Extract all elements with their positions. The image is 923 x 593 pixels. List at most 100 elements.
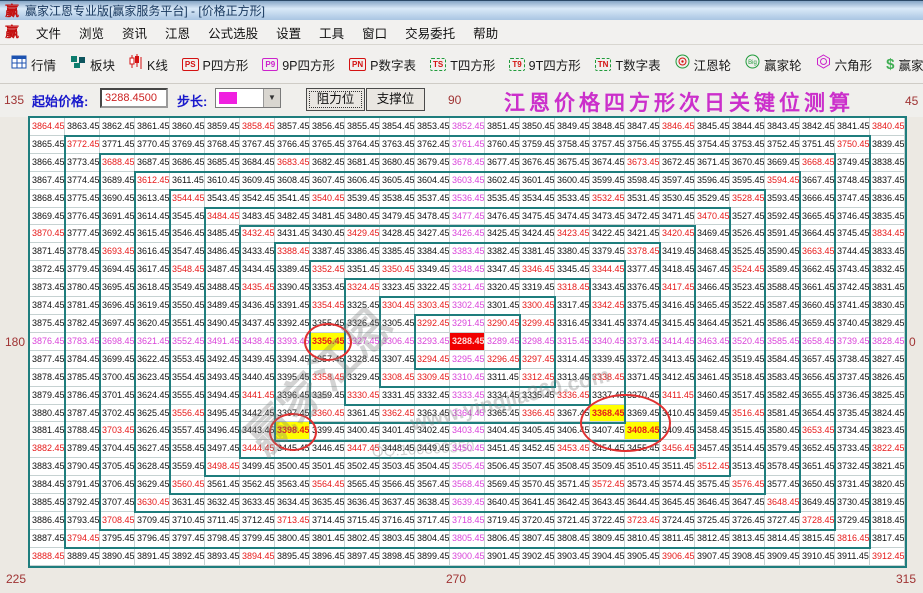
tool-market-button[interactable]: 行情: [4, 50, 63, 78]
grid-cell: 3349.45: [415, 261, 450, 280]
support-button[interactable]: 支撑位: [366, 88, 425, 111]
hexagon-icon: [816, 54, 831, 74]
grid-cell: 3410.45: [660, 404, 695, 423]
angle-label-225: 225: [6, 572, 27, 586]
grid-cell: 3294.45: [415, 350, 450, 369]
grid-cell: 3908.45: [730, 547, 765, 566]
tool-kline-button[interactable]: K线: [122, 50, 175, 78]
menu-item-交易委托[interactable]: 交易委托: [396, 20, 464, 45]
combo-dropdown-arrow-icon[interactable]: ▼: [263, 89, 280, 107]
grid-cell: 3569.45: [485, 476, 520, 495]
grid-cell: 3542.45: [240, 189, 275, 208]
grid-cell: 3357.45: [310, 350, 345, 369]
grid-cell: 3504.45: [415, 458, 450, 477]
grid-cell: 3390.45: [275, 279, 310, 298]
tool-winner-wheel-button[interactable]: Big 赢家轮: [738, 50, 809, 78]
app-logo-icon: 赢: [5, 2, 19, 19]
grid-cell: 3758.45: [555, 135, 590, 154]
tool-gann-wheel-button[interactable]: 江恩轮: [668, 50, 739, 78]
tool-p-number-button[interactable]: PN P数字表: [342, 50, 423, 78]
grid-cell: 3696.45: [100, 297, 135, 315]
grid-cell: 3505.45: [450, 458, 485, 477]
grid-cell: 3762.45: [415, 135, 450, 154]
grid-cell: 3815.45: [800, 529, 835, 548]
grid-cell: 3670.45: [730, 153, 765, 172]
grid-cell: 3816.45: [835, 529, 870, 548]
grid-cell: 3513.45: [730, 458, 765, 477]
grid-cell: 3334.45: [485, 386, 520, 405]
grid-cell: 3437.45: [240, 314, 275, 333]
grid-cell: 3870.45: [30, 225, 65, 244]
menu-item-文件[interactable]: 文件: [27, 20, 70, 45]
grid-cell: 3798.45: [205, 529, 240, 548]
grid-cell: 3443.45: [240, 422, 275, 441]
grid-cell: 3671.45: [695, 153, 730, 172]
grid-cell: 3883.45: [30, 458, 65, 477]
menu-item-江恩[interactable]: 江恩: [156, 20, 199, 45]
menu-item-窗口[interactable]: 窗口: [353, 20, 396, 45]
grid-cell: 3660.45: [800, 297, 835, 315]
grid-cell: 3497.45: [205, 440, 240, 459]
menu-item-设置[interactable]: 设置: [267, 20, 310, 45]
grid-cell: 3620.45: [135, 314, 170, 333]
grid-cell: 3877.45: [30, 350, 65, 369]
grid-cell: 3550.45: [170, 297, 205, 315]
tool-service-button[interactable]: $赢家服务: [879, 50, 923, 78]
start-price-input[interactable]: 3288.4500: [100, 88, 168, 108]
window-title: 赢家江恩专业版[赢家服务平台] - [价格正方形]: [25, 4, 266, 18]
grid-cell: 3432.45: [240, 225, 275, 244]
menu-item-工具[interactable]: 工具: [310, 20, 353, 45]
grid-cell: 3712.45: [240, 511, 275, 530]
grid-cell: 3570.45: [520, 476, 555, 495]
grid-cell: 3782.45: [65, 314, 100, 333]
tool-t-number-button[interactable]: TN T数字表: [588, 50, 668, 78]
grid-cell: 3701.45: [100, 386, 135, 405]
grid-cell: 3450.45: [450, 440, 485, 459]
grid-cell: 3809.45: [590, 529, 625, 548]
grid-cell: 3321.45: [450, 279, 485, 298]
grid-cell: 3717.45: [415, 511, 450, 530]
menu-item-浏览[interactable]: 浏览: [70, 20, 113, 45]
grid-cell: 3857.45: [275, 118, 310, 136]
menu-item-公式选股[interactable]: 公式选股: [199, 20, 267, 45]
grid-cell: 3423.45: [555, 225, 590, 244]
grid-cell: 3471.45: [660, 207, 695, 226]
grid-cell: 3755.45: [660, 135, 695, 154]
grid-cell: 3796.45: [135, 529, 170, 548]
grid-cell: 3402.45: [415, 422, 450, 441]
grid-cell: 3745.45: [835, 225, 870, 244]
tool-hexagon-button[interactable]: 六角形: [809, 50, 880, 78]
tool-9t-square-button[interactable]: T9 9T四方形: [502, 50, 587, 78]
grid-cell: 3616.45: [135, 243, 170, 262]
tool-sectors-button[interactable]: 板块: [63, 50, 122, 78]
grid-cell: 3674.45: [590, 153, 625, 172]
grid-cell: 3606.45: [345, 171, 380, 190]
grid-cell: 3723.45: [625, 511, 660, 530]
menu-item-资讯[interactable]: 资讯: [113, 20, 156, 45]
grid-key-level-cell: 3408.45: [625, 422, 660, 441]
grid-cell: 3690.45: [100, 189, 135, 208]
tool-p-square-button[interactable]: PS P四方形: [175, 50, 256, 78]
grid-cell: 3849.45: [555, 118, 590, 136]
grid-cell: 3472.45: [625, 207, 660, 226]
tool-t-square-button[interactable]: TS T四方形: [423, 50, 502, 78]
grid-cell: 3348.45: [450, 261, 485, 280]
grid-cell: 3753.45: [730, 135, 765, 154]
step-color-combobox[interactable]: ▼: [215, 88, 281, 108]
grid-cell: 3682.45: [310, 153, 345, 172]
grid-cell: 3381.45: [520, 243, 555, 262]
grid-cell: 3882.45: [30, 440, 65, 459]
grid-cell: 3396.45: [275, 386, 310, 405]
grid-cell: 3428.45: [380, 225, 415, 244]
tool-9p-square-button[interactable]: P9 9P四方形: [255, 50, 342, 78]
grid-cell: 3459.45: [695, 404, 730, 423]
grid-cell: 3394.45: [275, 350, 310, 369]
grid-cell: 3419.45: [660, 243, 695, 262]
grid-cell: 3735.45: [835, 404, 870, 423]
grid-cell: 3619.45: [135, 297, 170, 315]
grid-center-cell: 3288.45: [450, 332, 485, 351]
menu-item-帮助[interactable]: 帮助: [464, 20, 507, 45]
grid-cell: 3728.45: [800, 511, 835, 530]
grid-cell: 3896.45: [310, 547, 345, 566]
resistance-button[interactable]: 阻力位: [306, 88, 365, 111]
